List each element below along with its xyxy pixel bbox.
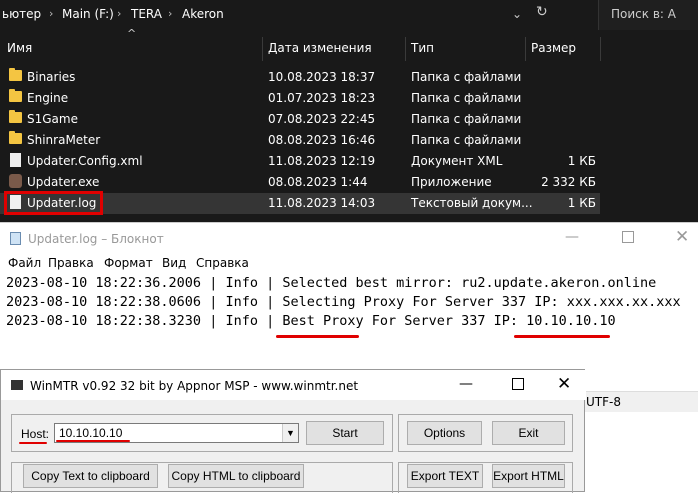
minimize-icon[interactable]: —	[565, 229, 579, 245]
menu-edit[interactable]: Правка	[48, 256, 94, 270]
file-name: Binaries	[27, 70, 76, 84]
column-header-type[interactable]: Тип	[411, 41, 434, 55]
underline-best-proxy	[276, 335, 359, 338]
column-header-name[interactable]: Имя	[7, 41, 32, 55]
folder-icon	[9, 89, 22, 102]
column-header-size[interactable]: Размер	[531, 41, 576, 55]
dropdown-arrow-icon[interactable]: ▼	[282, 424, 298, 442]
sort-up-icon: ^	[127, 27, 137, 40]
file-name: S1Game	[27, 112, 78, 126]
export-text-button[interactable]: Export TEXT	[407, 464, 483, 488]
underline-ip	[514, 335, 610, 338]
export-html-button[interactable]: Export HTML	[492, 464, 565, 488]
notepad-menubar: Файл Правка Формат Вид Справка	[0, 253, 698, 275]
column-header-row: ^ Имя Дата изменения Тип Размер	[0, 27, 698, 61]
file-type: Приложение	[411, 175, 492, 189]
folder-icon	[9, 131, 22, 144]
breadcrumb-main-drive[interactable]: Main (F:)	[62, 7, 114, 21]
minimize-icon[interactable]: —	[459, 376, 473, 392]
xml-file-icon	[10, 153, 21, 167]
start-button[interactable]: Start	[306, 421, 384, 445]
refresh-icon[interactable]: ↻	[536, 4, 548, 20]
status-bar: UTF-8	[582, 391, 698, 412]
file-type: Текстовый докум...	[411, 196, 533, 210]
file-date: 11.08.2023 14:03	[268, 196, 376, 210]
underline-host-label	[19, 442, 47, 444]
file-size: 1 КБ	[567, 196, 596, 210]
folder-icon	[9, 110, 22, 123]
breadcrumb-separator-icon: ›	[117, 7, 122, 20]
file-date: 07.08.2023 22:45	[268, 112, 376, 126]
file-explorer-window: ьютер › Main (F:) › TERA › Akeron ⌄ ↻ По…	[0, 0, 698, 228]
column-header-date[interactable]: Дата изменения	[268, 41, 372, 55]
winmtr-titlebar: WinMTR v0.92 32 bit by Appnor MSP - www.…	[1, 370, 586, 400]
file-row-updater-config[interactable]: Updater.Config.xml 11.08.2023 12:19 Доку…	[0, 151, 600, 172]
search-placeholder: Поиск в: А	[611, 7, 676, 21]
winmtr-title: WinMTR v0.92 32 bit by Appnor MSP - www.…	[30, 379, 359, 393]
log-line: 2023-08-10 18:22:38.0606 | Info | Select…	[6, 294, 681, 310]
file-date: 08.08.2023 16:46	[268, 133, 376, 147]
address-bar[interactable]: ьютер › Main (F:) › TERA › Akeron ⌄ ↻	[0, 0, 548, 30]
file-row-shinrameter[interactable]: ShinraMeter 08.08.2023 16:46 Папка с фай…	[0, 130, 600, 151]
chevron-down-icon[interactable]: ⌄	[512, 7, 522, 21]
notepad-icon	[10, 232, 21, 245]
underline-host-value	[56, 440, 130, 442]
host-value: 10.10.10.10	[59, 426, 123, 440]
exit-button[interactable]: Exit	[492, 421, 565, 445]
file-type: Папка с файлами	[411, 91, 522, 105]
breadcrumb-tera[interactable]: TERA	[131, 7, 162, 21]
file-row-updater-exe[interactable]: Updater.exe 08.08.2023 1:44 Приложение 2…	[0, 172, 600, 193]
file-type: Папка с файлами	[411, 70, 522, 84]
breadcrumb-akeron[interactable]: Akeron	[182, 7, 224, 21]
menu-file[interactable]: Файл	[8, 256, 41, 270]
log-line: 2023-08-10 18:22:38.3230 | Info | Best P…	[6, 313, 616, 329]
file-type: Папка с файлами	[411, 112, 522, 126]
file-name: Updater.exe	[27, 175, 100, 189]
winmtr-window: WinMTR v0.92 32 bit by Appnor MSP - www.…	[0, 369, 586, 493]
breadcrumb-computer[interactable]: ьютер	[2, 7, 41, 21]
maximize-icon[interactable]	[622, 231, 634, 243]
menu-view[interactable]: Вид	[162, 256, 186, 270]
search-box[interactable]: Поиск в: А	[598, 0, 698, 30]
file-row-s1game[interactable]: S1Game 07.08.2023 22:45 Папка с файлами	[0, 109, 600, 130]
host-label: Host:	[21, 427, 50, 441]
file-name: ShinraMeter	[27, 133, 101, 147]
notepad-titlebar: Updater.log – Блокнот — ✕	[0, 223, 698, 253]
menu-format[interactable]: Формат	[104, 256, 153, 270]
file-date: 11.08.2023 12:19	[268, 154, 376, 168]
file-size: 2 332 КБ	[541, 175, 596, 189]
status-encoding: UTF-8	[586, 395, 621, 409]
maximize-icon[interactable]	[512, 378, 524, 390]
log-line: 2023-08-10 18:22:36.2006 | Info | Select…	[6, 275, 657, 291]
file-date: 08.08.2023 1:44	[268, 175, 368, 189]
file-row-engine[interactable]: Engine 01.07.2023 18:23 Папка с файлами	[0, 88, 600, 109]
close-icon[interactable]: ✕	[675, 227, 689, 247]
file-name: Updater.Config.xml	[27, 154, 143, 168]
notepad-title: Updater.log – Блокнот	[28, 232, 164, 246]
copy-html-button[interactable]: Copy HTML to clipboard	[168, 464, 304, 488]
close-icon[interactable]: ✕	[557, 374, 571, 394]
folder-icon	[9, 68, 22, 81]
options-button[interactable]: Options	[407, 421, 482, 445]
breadcrumb-separator-icon: ›	[49, 7, 54, 20]
copy-text-button[interactable]: Copy Text to clipboard	[23, 464, 158, 488]
breadcrumb-separator-icon: ›	[168, 7, 173, 20]
file-type: Папка с файлами	[411, 133, 522, 147]
menu-help[interactable]: Справка	[196, 256, 249, 270]
file-date: 10.08.2023 18:37	[268, 70, 376, 84]
highlight-box	[4, 191, 103, 215]
file-date: 01.07.2023 18:23	[268, 91, 376, 105]
winmtr-icon	[11, 380, 23, 390]
file-row-binaries[interactable]: Binaries 10.08.2023 18:37 Папка с файлам…	[0, 67, 600, 88]
file-type: Документ XML	[411, 154, 503, 168]
exe-icon	[9, 174, 22, 188]
file-name: Engine	[27, 91, 69, 105]
file-size: 1 КБ	[567, 154, 596, 168]
